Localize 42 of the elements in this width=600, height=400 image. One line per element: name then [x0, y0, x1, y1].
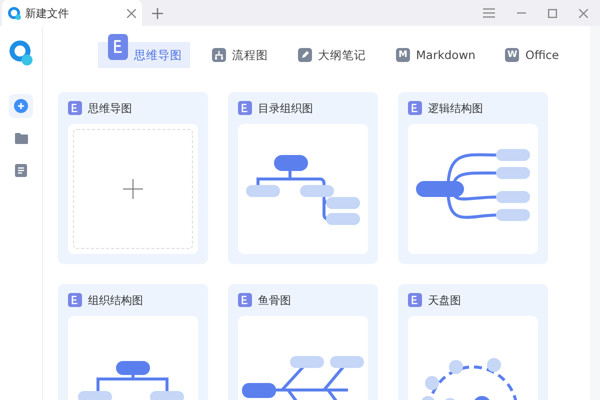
plus-icon — [123, 179, 143, 199]
flowchart-icon — [212, 48, 226, 62]
close-icon[interactable] — [579, 8, 588, 18]
folder-icon — [14, 132, 28, 144]
mind-map-icon — [238, 293, 252, 307]
file-tab[interactable]: 新建文件 — [2, 0, 142, 26]
type-tab[interactable]: 流程图 — [204, 42, 276, 68]
template-title: 目录组织图 — [258, 100, 313, 116]
type-tab[interactable]: M Markdown — [388, 42, 484, 68]
mind-map-icon — [68, 101, 82, 115]
type-tab[interactable]: 思维导图 — [98, 34, 190, 68]
template-title: 鱼骨图 — [258, 292, 291, 308]
maximize-icon[interactable] — [548, 8, 557, 18]
app-logo-icon — [8, 6, 21, 20]
add-icon — [14, 99, 28, 113]
menu-icon[interactable] — [483, 8, 495, 18]
letter-icon: W — [505, 48, 520, 62]
app-logo-icon — [9, 40, 33, 66]
template-title: 思维导图 — [88, 100, 132, 116]
template-card[interactable]: 思维导图 — [58, 92, 208, 264]
sidebar-item[interactable] — [9, 94, 33, 118]
document-icon — [15, 164, 27, 176]
template-card[interactable]: 组织结构图 — [58, 284, 208, 400]
type-tab[interactable]: W Office — [497, 42, 567, 68]
template-card[interactable]: 鱼骨图 — [228, 284, 378, 400]
template-card[interactable]: 天盘图 — [398, 284, 548, 400]
template-title: 逻辑结构图 — [428, 100, 483, 116]
template-title: 组织结构图 — [88, 292, 143, 308]
mind-map-icon — [238, 101, 252, 115]
mind-map-icon — [108, 34, 128, 60]
mind-map-icon — [68, 293, 82, 307]
letter-icon: M — [396, 48, 410, 62]
template-title: 天盘图 — [428, 292, 461, 308]
new-tab-icon[interactable] — [152, 8, 163, 18]
pen-icon — [298, 48, 312, 62]
mind-map-icon — [408, 101, 422, 115]
template-card[interactable]: 逻辑结构图 — [398, 92, 548, 264]
mind-map-icon — [408, 293, 422, 307]
minimize-icon[interactable] — [517, 12, 526, 14]
type-tab[interactable]: 大纲笔记 — [290, 42, 374, 68]
template-card[interactable]: 目录组织图 — [228, 92, 378, 264]
close-icon[interactable] — [127, 8, 136, 18]
